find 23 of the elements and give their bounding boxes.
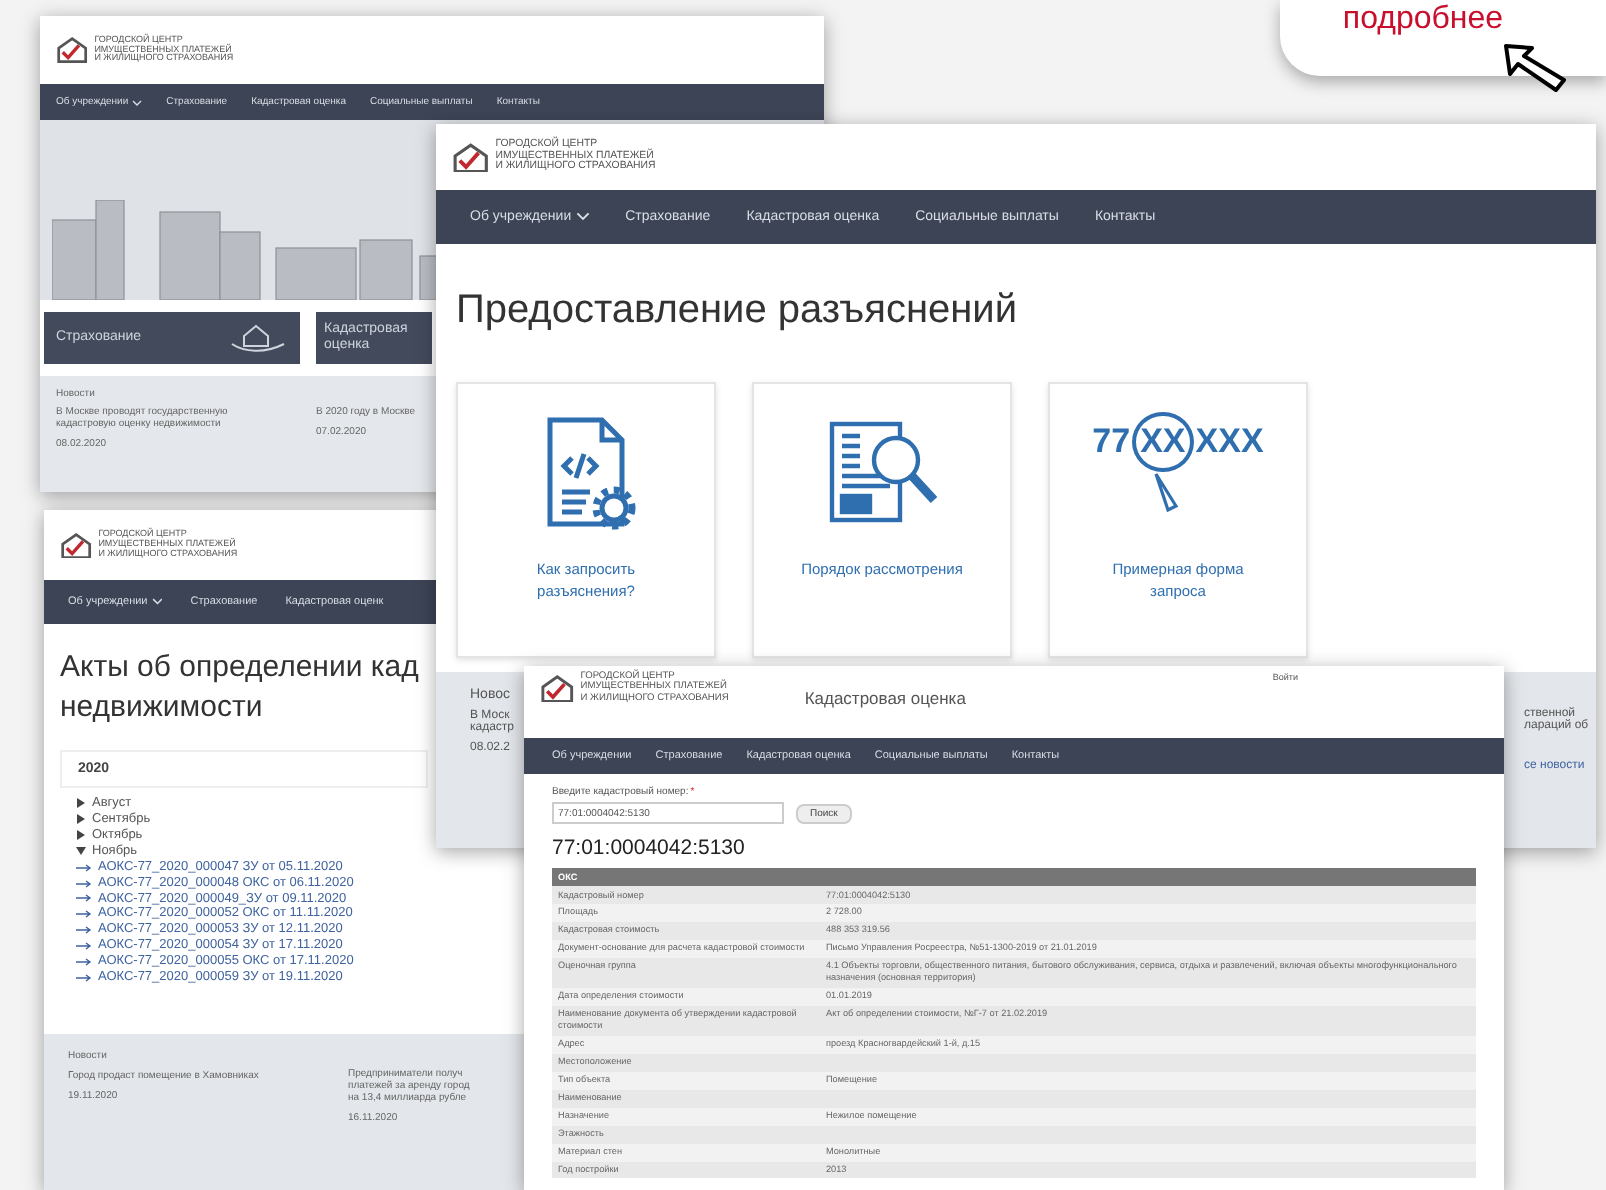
arrow-icon [76,958,92,967]
page-title: Предоставление разъяснений [454,286,1020,336]
result-heading: 77:01:0004042:5130 [550,834,747,864]
sample-number-text: 77 [1092,422,1131,462]
sample-number-text: XXX [1195,422,1264,462]
hand-house-icon [228,320,288,356]
callout-text: подробнее [1342,2,1504,40]
page-title: недвижимости [60,687,263,726]
arrow-icon [76,910,92,919]
house-logo-icon [56,36,89,64]
arrow-icon [76,942,92,951]
arrow-icon [76,894,92,903]
arrow-icon [76,974,92,983]
arrow-icon [76,879,92,888]
magnified-number-text: XX [1132,412,1194,472]
house-logo-icon [60,531,93,559]
arrow-icon [76,926,92,935]
house-logo-icon [540,673,575,703]
page-heading: Кадастровая оценка [804,688,966,708]
house-logo-icon [452,141,490,173]
arrow-icon [76,863,92,872]
magnifier-handle-icon [1152,472,1181,512]
page-title: Акты об определении кад [60,648,419,687]
